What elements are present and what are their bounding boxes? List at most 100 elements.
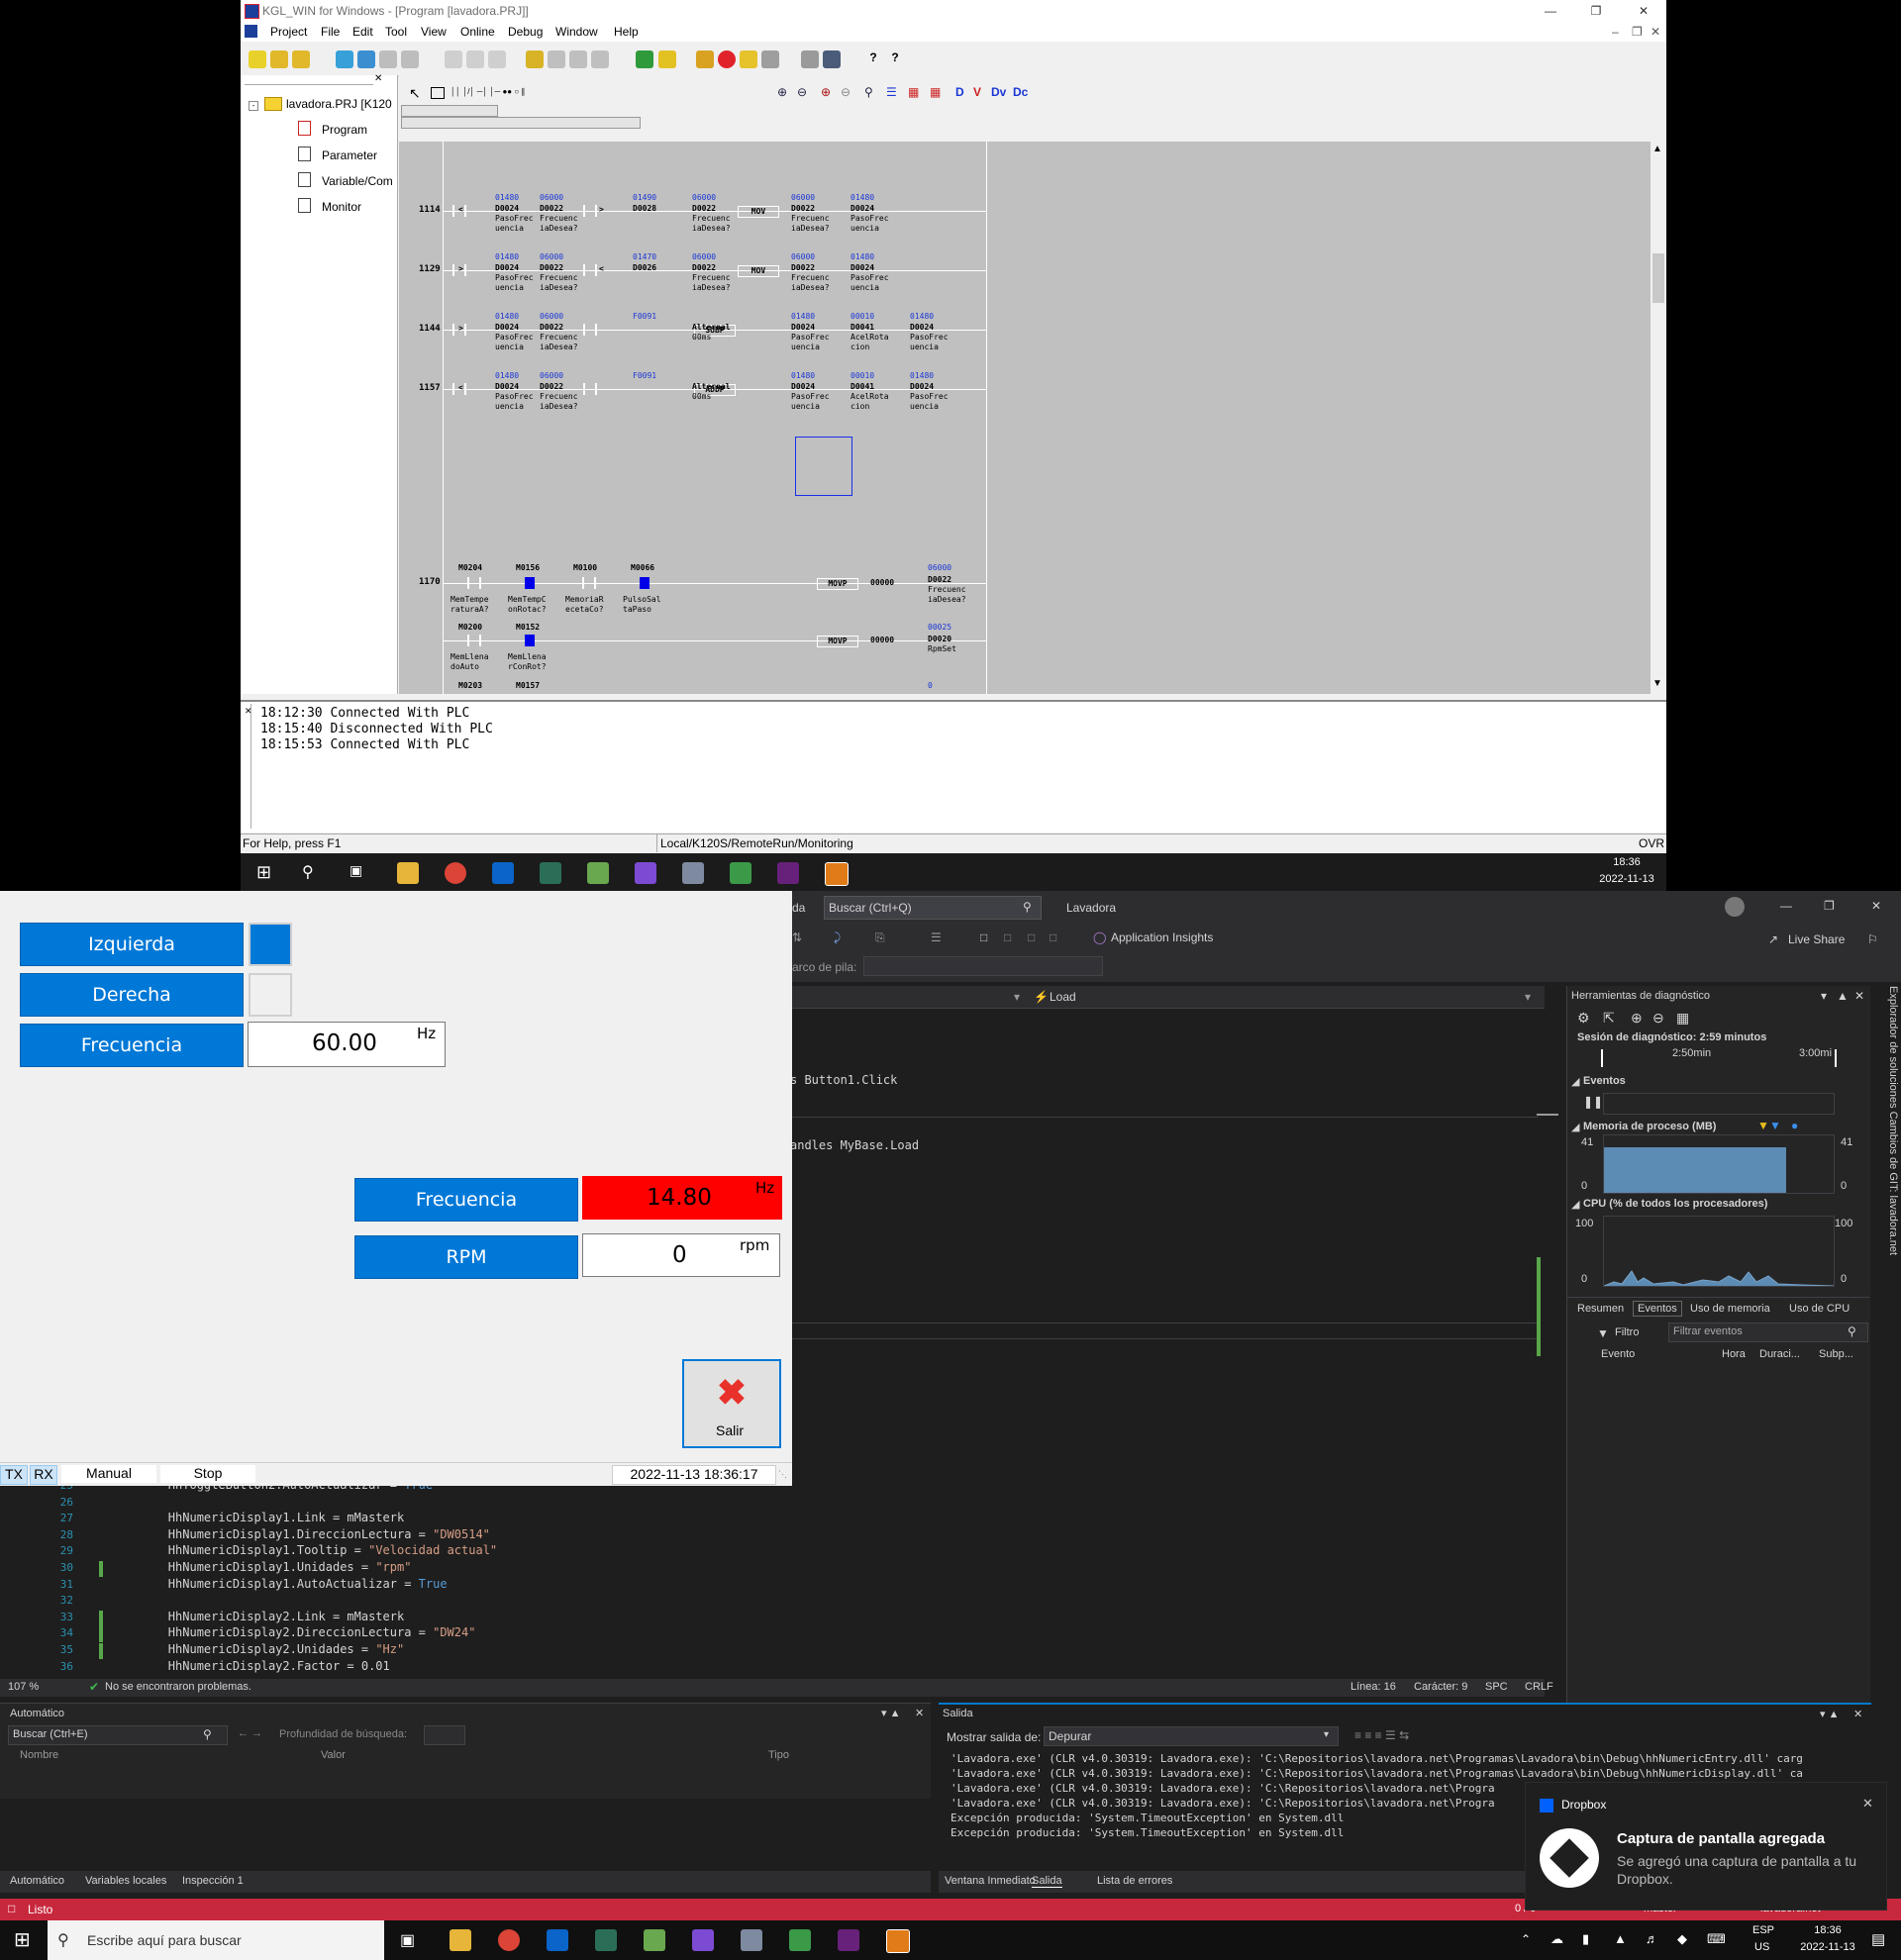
kgl-icon[interactable] [825, 862, 849, 886]
tree-close-icon[interactable]: ✕ [374, 73, 382, 84]
menu-help[interactable]: Help [614, 25, 639, 39]
scroll-down-icon[interactable]: ▼ [1652, 678, 1662, 689]
vs-maximize-button[interactable]: ❐ [1824, 899, 1835, 913]
mem-expand-icon[interactable]: ◢ [1571, 1121, 1579, 1133]
output-source-dropdown[interactable]: Depurar ▾ [1044, 1726, 1339, 1746]
app2-icon[interactable] [644, 1929, 665, 1951]
print-icon[interactable] [401, 50, 419, 68]
tab-ventana-inmediato[interactable]: Ventana Inmediato [945, 1875, 1036, 1887]
notifications-icon[interactable]: ▤ [1871, 1930, 1885, 1948]
lang-2[interactable]: US [1754, 1941, 1769, 1953]
maximize-button[interactable]: ❐ [1573, 0, 1619, 22]
code-line[interactable]: HhNumericDisplay1.Link = mMasterk [111, 1511, 404, 1524]
tab-memoria[interactable]: Uso de memoria [1690, 1303, 1770, 1315]
kgl-icon[interactable] [886, 1929, 910, 1953]
ladder4-icon[interactable] [591, 50, 609, 68]
tray-chevron-icon[interactable]: ⌃ [1521, 1932, 1531, 1946]
app5-icon[interactable] [730, 862, 751, 884]
izquierda-button[interactable]: Izquierda [20, 923, 244, 966]
paste-icon[interactable] [488, 50, 506, 68]
chrome-icon[interactable] [445, 862, 466, 884]
menu-file[interactable]: File [321, 25, 340, 39]
copy-icon[interactable] [466, 50, 484, 68]
mdi-close-button[interactable]: ✕ [1651, 25, 1660, 39]
vs-search-box[interactable]: Buscar (Ctrl+Q) ⚲ [824, 896, 1042, 920]
pause-icon[interactable]: ❚❚ [1583, 1095, 1603, 1109]
autos-pin-icon[interactable]: ▾ ▲ [881, 1707, 900, 1719]
context-help-icon[interactable]: ? [886, 50, 904, 68]
tab-inspeccion[interactable]: Inspección 1 [182, 1875, 244, 1887]
output-close-icon[interactable]: ✕ [1853, 1708, 1862, 1720]
code-line[interactable]: HhNumericDisplay1.DireccionLectura = "DW… [111, 1527, 490, 1541]
find-icon[interactable]: ⚲ [864, 85, 880, 101]
tab-salida[interactable]: Salida [1032, 1875, 1062, 1888]
col-nombre[interactable]: Nombre [20, 1749, 58, 1761]
toolbar-icons[interactable]: ⇅ [792, 931, 802, 944]
mdi-restore-button[interactable]: ❐ [1632, 25, 1643, 39]
code-line[interactable]: HhNumericDisplay1.Tooltip = "Velocidad a… [111, 1543, 497, 1557]
filter-events-input[interactable]: Filtrar eventos ⚲ [1668, 1323, 1868, 1342]
app3-icon[interactable] [635, 862, 656, 884]
live-share-button[interactable]: Live Share [1788, 932, 1845, 946]
zoom-in-icon[interactable]: ⊕ [777, 85, 793, 101]
zoom-level[interactable]: 107 % [8, 1681, 39, 1693]
start-icon[interactable]: ⊞ [256, 863, 274, 881]
vs-close-button[interactable]: ✕ [1871, 899, 1881, 913]
nav-dropdown-icon[interactable]: ▾ [1014, 990, 1020, 1004]
task-view-icon[interactable]: ▣ [400, 1930, 415, 1950]
select-tool-icon[interactable]: ↖ [409, 85, 425, 101]
task-view-icon[interactable]: ▣ [350, 862, 362, 879]
tab-resumen[interactable]: Resumen [1577, 1303, 1624, 1315]
code-line[interactable]: HhNumericDisplay2.Factor = 0.01 [111, 1659, 390, 1673]
taskbar-search[interactable]: ⚲ Escribe aquí para buscar [48, 1920, 384, 1960]
menu-tool[interactable]: Tool [385, 25, 407, 39]
ladder-scrollbar[interactable]: ▲ ▼ [1651, 142, 1666, 694]
dropbox-tray-icon[interactable]: ◆ [1677, 1931, 1687, 1947]
zoom-out-icon[interactable]: ⊖ [1652, 1010, 1664, 1027]
resize-grip-icon[interactable]: ⋱ [778, 1469, 787, 1480]
app4-icon[interactable] [741, 1929, 762, 1951]
write-icon[interactable] [658, 50, 676, 68]
menu-debug[interactable]: Debug [508, 25, 543, 39]
app2-icon[interactable] [587, 862, 609, 884]
stack-frame-dropdown[interactable] [863, 956, 1103, 976]
clock-time[interactable]: 18:36 [1798, 1924, 1857, 1936]
tab-lista-errores[interactable]: Lista de errores [1097, 1875, 1172, 1887]
tab-cpu[interactable]: Uso de CPU [1789, 1303, 1850, 1315]
bookmark-next-icon[interactable]: □ [1028, 931, 1035, 944]
filter-button[interactable]: Filtro [1615, 1326, 1639, 1338]
device-d-icon[interactable]: D [955, 85, 964, 99]
tab-eventos[interactable]: Eventos [1633, 1301, 1682, 1317]
tree-root[interactable]: lavadora.PRJ [K120 [286, 97, 392, 111]
col-evento[interactable]: Evento [1601, 1348, 1635, 1360]
tab-variables-locales[interactable]: Variables locales [85, 1875, 166, 1887]
app5-icon[interactable] [789, 1929, 811, 1951]
output-toolbar-icons[interactable]: ≡ ≡ ≡ ☰ ⇆ [1354, 1728, 1409, 1742]
device-v-icon[interactable]: V [973, 85, 981, 99]
ladder3-icon[interactable] [569, 50, 587, 68]
help-icon[interactable]: ? [864, 50, 882, 68]
visual-studio-icon[interactable] [777, 862, 799, 884]
contact-tools[interactable]: ││ │/│ ─│ │─ ●● ○ ∥ [450, 87, 589, 101]
avatar[interactable] [1725, 897, 1745, 917]
bookmark-prev-icon[interactable]: □ [1004, 931, 1011, 944]
derecha-button[interactable]: Derecha [20, 973, 244, 1017]
app-icon[interactable] [595, 1929, 617, 1951]
app-icon[interactable] [540, 862, 561, 884]
depth-dropdown[interactable] [424, 1725, 465, 1745]
tree-item-parameter[interactable]: Parameter [322, 148, 377, 162]
connect-icon[interactable] [636, 50, 653, 68]
output-pin-icon[interactable]: ▾ ▲ [1820, 1708, 1839, 1720]
zoom-in2-icon[interactable]: ⊕ [821, 85, 837, 101]
snapshot-icon[interactable]: ▦ [1676, 1010, 1689, 1027]
ladder2-icon[interactable] [548, 50, 565, 68]
toolbar-icons[interactable]: ⎘ [875, 931, 885, 945]
tree-item-variable[interactable]: Variable/Com [322, 174, 393, 188]
battery-icon[interactable]: ▮ [1582, 1931, 1589, 1947]
menu-project[interactable]: Project [270, 25, 307, 39]
scroll-thumb[interactable] [1652, 253, 1664, 303]
comment-icon[interactable]: ☰ [886, 85, 902, 101]
close-button[interactable]: ✕ [1621, 0, 1666, 22]
tree-collapse-icon[interactable]: - [249, 101, 258, 111]
app-insights-button[interactable]: Application Insights [1111, 931, 1213, 944]
